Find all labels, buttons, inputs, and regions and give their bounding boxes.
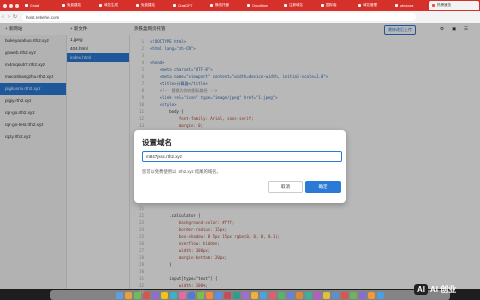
browser-tab[interactable]: Cloudflare — [244, 1, 280, 10]
tab-favicon-icon — [321, 4, 324, 7]
dock — [50, 290, 450, 300]
reload-icon[interactable]: ↻ — [12, 14, 18, 20]
tab-label: 注册域名 — [289, 3, 303, 7]
tab-label: ChatGPT — [178, 3, 193, 8]
dock-app-icon[interactable] — [188, 291, 195, 299]
browser-tab-bar: Gmail 免费建站 域名生成 免费建站 ChatGPT 静态托管 Cloudflare 注册… — [0, 0, 480, 11]
tab-label: 免费建站 — [141, 3, 155, 7]
dock-app-icon[interactable] — [287, 291, 294, 299]
browser-tab[interactable]: 域名生成 — [96, 1, 132, 10]
tab-label: 域名管理 — [363, 3, 377, 7]
dialog-hint: 您可以免费使用以 .rth2.xyz 结尾的域名。 — [142, 169, 221, 174]
dock-app-icon[interactable] — [233, 291, 240, 299]
window-controls[interactable] — [3, 3, 19, 8]
dock-app-icon[interactable] — [377, 291, 384, 299]
browser-tab[interactable]: 注册域名 — [281, 1, 317, 10]
tab-label: 静态托管 — [215, 3, 229, 7]
dock-app-icon[interactable] — [143, 291, 150, 299]
domain-input[interactable]: m847jssc.rth2.xyz — [142, 151, 342, 162]
cancel-button[interactable]: 取消 — [268, 181, 303, 193]
dock-app-icon[interactable] — [197, 291, 204, 299]
watermark-logo: AI — [414, 283, 428, 295]
browser-tab[interactable]: ChatGPT — [170, 1, 206, 10]
browser-tab[interactable]: 热榜速览 — [429, 1, 479, 10]
tab-favicon-icon — [358, 4, 361, 7]
dock-app-icon[interactable] — [296, 291, 303, 299]
tab-label: Cloudflare — [252, 3, 268, 8]
dock-app-icon[interactable] — [242, 291, 249, 299]
tab-label: 域名生成 — [104, 3, 118, 7]
browser-tab[interactable]: 静态托管 — [207, 1, 243, 10]
dock-app-icon[interactable] — [179, 291, 186, 299]
dock-app-icon[interactable] — [215, 291, 222, 299]
dock-app-icon[interactable] — [251, 291, 258, 299]
browser-tab[interactable]: windows — [392, 1, 428, 10]
dock-app-icon[interactable] — [206, 291, 213, 299]
dock-app-icon[interactable] — [341, 291, 348, 299]
browser-tab[interactable]: Gmail — [22, 1, 58, 10]
url-text: host.retiehe.com — [26, 14, 60, 20]
dialog-title: 设置域名 — [142, 138, 172, 147]
tab-label: Gmail — [30, 3, 40, 8]
tab-label: windows — [400, 3, 414, 8]
tab-favicon-icon — [395, 4, 398, 7]
dock-app-icon[interactable] — [359, 291, 366, 299]
tab-favicon-icon — [432, 4, 435, 7]
browser-tab[interactable]: 免费建站 — [133, 1, 169, 10]
tab-favicon-icon — [173, 4, 176, 7]
dock-app-icon[interactable] — [134, 291, 141, 299]
watermark: AI AI 创业 — [414, 281, 474, 297]
tab-label: 免费建站 — [67, 3, 81, 7]
tab-favicon-icon — [99, 4, 102, 7]
dock-app-icon[interactable] — [161, 291, 168, 299]
dock-app-icon[interactable] — [260, 291, 267, 299]
dock-app-icon[interactable] — [323, 291, 330, 299]
address-bar[interactable]: host.retiehe.com — [22, 13, 416, 21]
tab-label: 国际版 — [326, 3, 337, 7]
tab-favicon-icon — [62, 4, 65, 7]
dock-app-icon[interactable] — [116, 291, 123, 299]
dock-app-icon[interactable] — [125, 291, 132, 299]
tab-favicon-icon — [284, 4, 287, 7]
dock-app-icon[interactable] — [332, 291, 339, 299]
dock-app-icon[interactable] — [368, 291, 375, 299]
dock-app-icon[interactable] — [269, 291, 276, 299]
tab-favicon-icon — [25, 4, 28, 7]
tab-favicon-icon — [136, 4, 139, 7]
dock-app-icon[interactable] — [170, 291, 177, 299]
watermark-text: AI 创业 — [430, 284, 457, 294]
set-domain-dialog: 设置域名 m847jssc.rth2.xyz 您可以免费使用以 .rth2.xy… — [134, 130, 346, 203]
dock-app-icon[interactable] — [305, 291, 312, 299]
confirm-button[interactable]: 确定 — [305, 181, 341, 193]
tab-favicon-icon — [210, 4, 213, 7]
browser-tab[interactable]: 国际版 — [318, 1, 354, 10]
dock-app-icon[interactable] — [152, 291, 159, 299]
dock-app-icon[interactable] — [224, 291, 231, 299]
dock-app-icon[interactable] — [278, 291, 285, 299]
tab-favicon-icon — [247, 4, 250, 7]
dock-app-icon[interactable] — [314, 291, 321, 299]
browser-tab[interactable]: 域名管理 — [355, 1, 391, 10]
dock-app-icon[interactable] — [350, 291, 357, 299]
browser-tab[interactable]: 免费建站 — [59, 1, 95, 10]
tab-label: 热榜速览 — [437, 3, 451, 7]
